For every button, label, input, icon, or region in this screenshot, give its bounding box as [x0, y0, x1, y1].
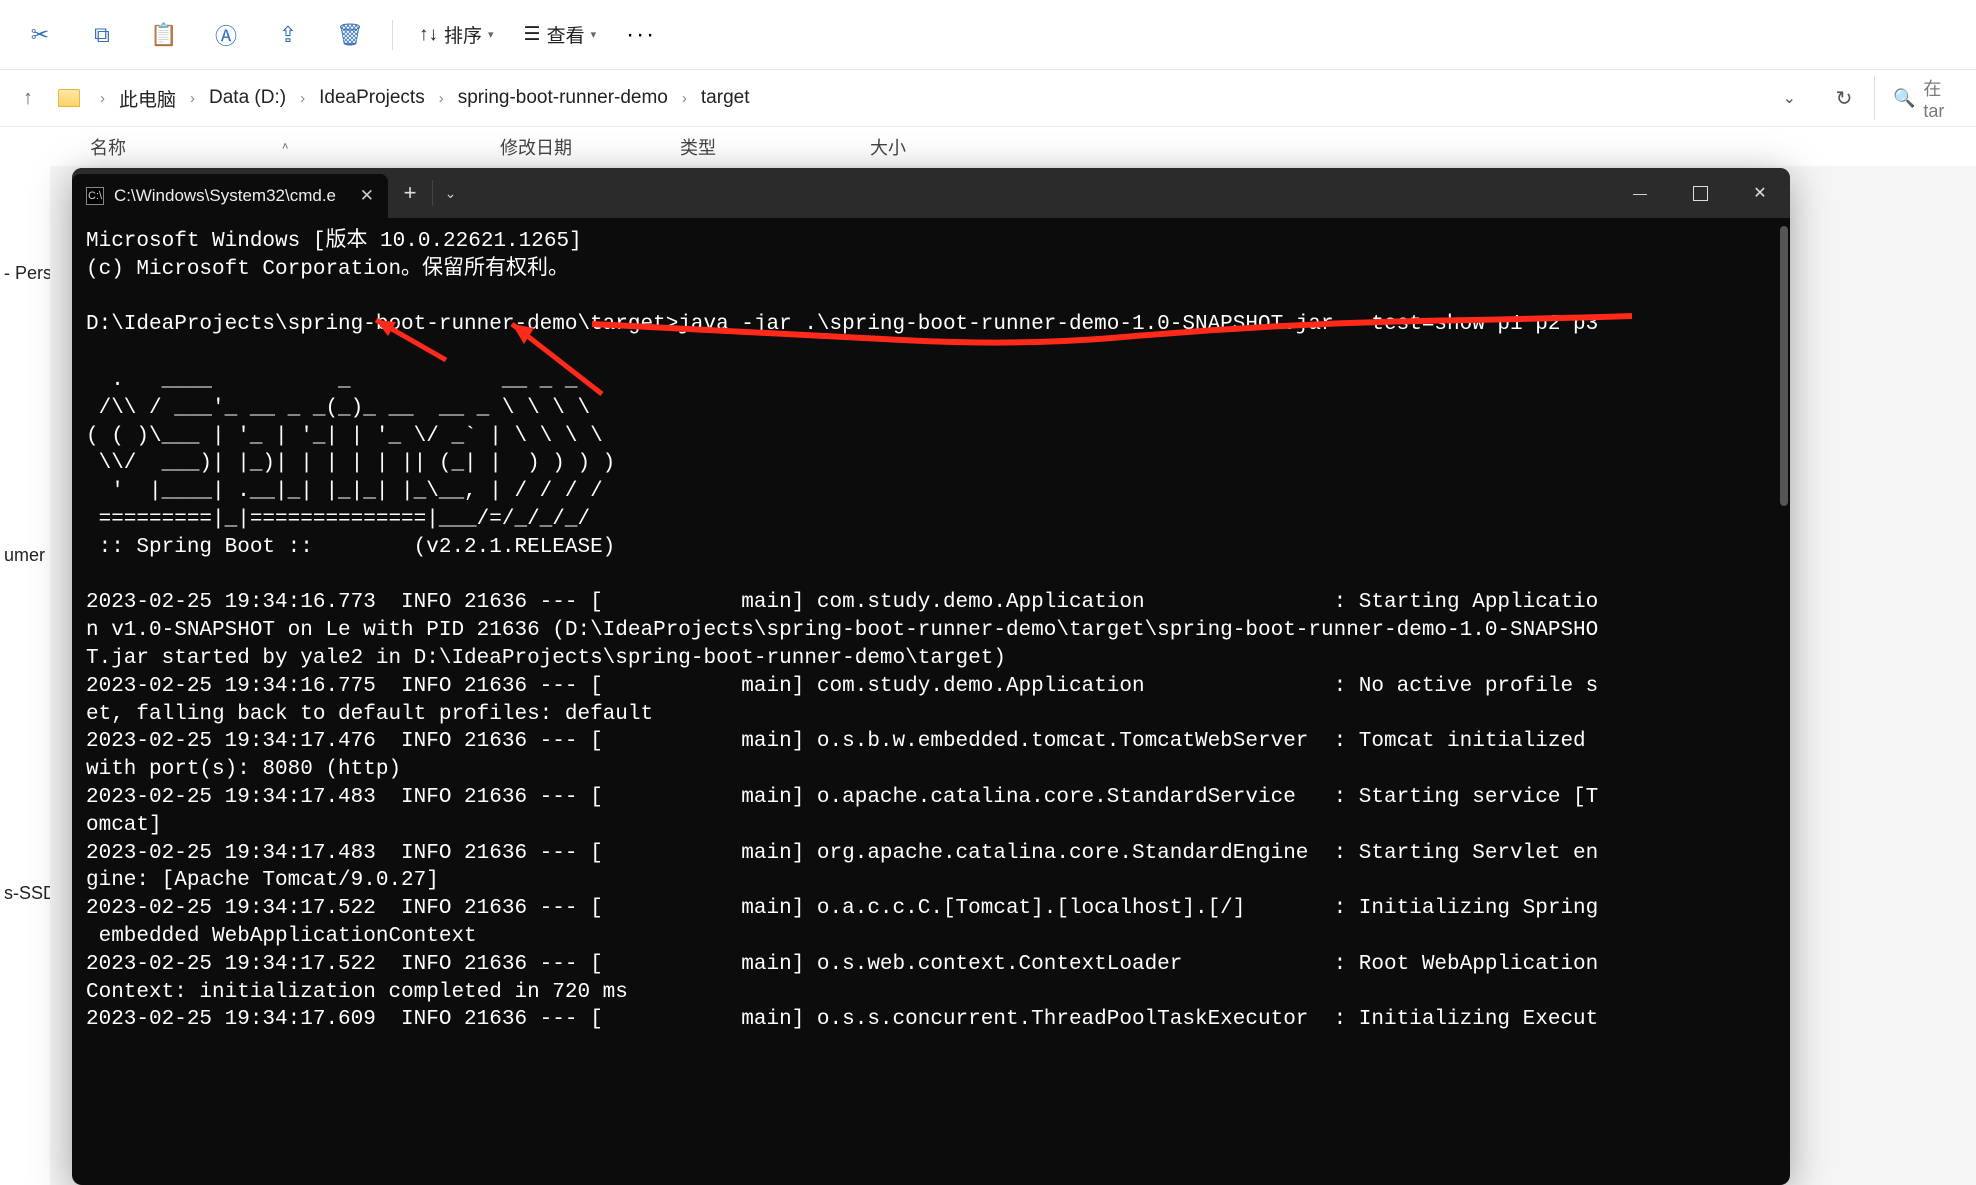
up-arrow-icon[interactable]: ↑	[10, 87, 46, 110]
rename-icon[interactable]: Ⓐ	[196, 10, 256, 60]
terminal-line: ( ( )\___ | '_ | '_| | '_ \/ _` | \ \ \ …	[86, 425, 603, 448]
terminal-line: /\\ / ___'_ __ _ _(_)_ __ __ _ \ \ \ \	[86, 397, 590, 420]
breadcrumb-segment[interactable]: spring-boot-runner-demo	[458, 87, 668, 109]
column-type[interactable]: 类型	[680, 134, 870, 160]
column-name[interactable]: 名称 ˄	[90, 134, 500, 160]
column-size[interactable]: 大小	[870, 134, 980, 160]
tab-dropdown-button[interactable]: ⌄	[432, 180, 468, 206]
terminal-line: gine: [Apache Tomcat/9.0.27]	[86, 869, 439, 892]
breadcrumb-segment[interactable]: target	[701, 87, 750, 109]
minimize-button[interactable]	[1610, 168, 1670, 218]
chevron-right-icon: ›	[300, 90, 305, 107]
terminal-line: ' |____| .__|_| |_|_| |_\__, | / / / /	[86, 480, 603, 503]
terminal-line: Microsoft Windows [版本 10.0.22621.1265]	[86, 230, 582, 253]
folder-icon	[58, 89, 80, 107]
delete-icon[interactable]: 🗑	[320, 10, 380, 60]
terminal-line: n v1.0-SNAPSHOT on Le with PID 21636 (D:…	[86, 619, 1598, 642]
sidebar-item[interactable]: s-SSD (	[0, 874, 50, 912]
breadcrumb-row: ↑ › 此电脑 › Data (D:) › IdeaProjects › spr…	[0, 70, 1976, 126]
terminal-line: with port(s): 8080 (http)	[86, 758, 401, 781]
terminal-line: 2023-02-25 19:34:17.483 INFO 21636 --- […	[86, 842, 1598, 865]
sidebar-item[interactable]: umer	[0, 536, 50, 574]
terminal-line: et, falling back to default profiles: de…	[86, 703, 653, 726]
terminal-line: 2023-02-25 19:34:17.476 INFO 21636 --- […	[86, 730, 1598, 753]
view-button[interactable]: ☰ 查看 ▾	[510, 13, 611, 56]
chevron-down-icon: ▾	[488, 28, 494, 41]
terminal-line: \\/ ___)| |_)| | | | | || (_| | ) ) ) )	[86, 452, 615, 475]
breadcrumb-segment[interactable]: Data (D:)	[209, 87, 286, 109]
terminal-tab[interactable]: C:\ C:\Windows\System32\cmd.e ✕	[72, 174, 388, 218]
cut-icon[interactable]: ✂	[10, 10, 70, 60]
terminal-line: :: Spring Boot :: (v2.2.1.RELEASE)	[86, 536, 615, 559]
terminal-titlebar[interactable]: C:\ C:\Windows\System32\cmd.e ✕ + ⌄	[72, 168, 1790, 218]
terminal-line: 2023-02-25 19:34:17.522 INFO 21636 --- […	[86, 953, 1598, 976]
chevron-right-icon: ›	[190, 90, 195, 107]
terminal-line: D:\IdeaProjects\spring-boot-runner-demo\…	[86, 313, 1598, 336]
chevron-down-icon[interactable]: ⌄	[1783, 88, 1814, 108]
close-button[interactable]	[1730, 168, 1790, 218]
terminal-line: =========|_|==============|___/=/_/_/_/	[86, 508, 590, 531]
explorer-toolbar: ✂ ⧉ 📋 Ⓐ ⇪ 🗑 ↑↓ 排序 ▾ ☰ 查看 ▾ ···	[0, 0, 1976, 70]
terminal-line: (c) Microsoft Corporation。保留所有权利。	[86, 258, 569, 281]
cmd-icon: C:\	[86, 187, 104, 205]
toolbar-separator	[392, 20, 393, 50]
sidebar-item[interactable]: - Perso	[0, 254, 50, 292]
terminal-line: Context: initialization completed in 720…	[86, 981, 628, 1004]
breadcrumb-segment[interactable]: IdeaProjects	[319, 87, 425, 109]
scrollbar[interactable]	[1780, 226, 1788, 506]
sort-icon: ↑↓	[419, 24, 438, 46]
paste-icon[interactable]: 📋	[134, 10, 194, 60]
breadcrumb-segment[interactable]: 此电脑	[119, 85, 176, 112]
terminal-body[interactable]: Microsoft Windows [版本 10.0.22621.1265] (…	[72, 218, 1790, 1185]
column-date[interactable]: 修改日期	[500, 134, 680, 160]
search-icon: 🔍	[1893, 88, 1915, 109]
close-icon[interactable]: ✕	[360, 186, 374, 206]
refresh-icon[interactable]: ↻	[1826, 86, 1862, 111]
column-headers: 名称 ˄ 修改日期 类型 大小	[0, 126, 1976, 166]
chevron-right-icon: ›	[682, 90, 687, 107]
terminal-line: 2023-02-25 19:34:17.609 INFO 21636 --- […	[86, 1008, 1598, 1031]
maximize-button[interactable]	[1670, 168, 1730, 218]
terminal-line: 2023-02-25 19:34:17.522 INFO 21636 --- […	[86, 897, 1598, 920]
chevron-right-icon: ›	[439, 90, 444, 107]
terminal-line: 2023-02-25 19:34:17.483 INFO 21636 --- […	[86, 786, 1598, 809]
view-icon: ☰	[524, 23, 541, 46]
window-controls	[1610, 168, 1790, 218]
view-label: 查看	[547, 21, 585, 48]
sort-asc-icon: ˄	[282, 141, 288, 153]
terminal-line: embedded WebApplicationContext	[86, 925, 477, 948]
terminal-line: T.jar started by yale2 in D:\IdeaProject…	[86, 647, 1006, 670]
new-tab-button[interactable]: +	[388, 168, 432, 218]
search-input[interactable]: 🔍 在 tar	[1874, 76, 1966, 120]
terminal-tab-title: C:\Windows\System32\cmd.e	[114, 186, 336, 206]
copy-icon[interactable]: ⧉	[72, 10, 132, 60]
terminal-line: 2023-02-25 19:34:16.773 INFO 21636 --- […	[86, 591, 1598, 614]
terminal-line: omcat]	[86, 814, 162, 837]
breadcrumb[interactable]: › 此电脑 › Data (D:) › IdeaProjects › sprin…	[58, 85, 1814, 112]
chevron-down-icon: ▾	[591, 28, 597, 41]
terminal-line: . ____ _ __ _ _	[86, 369, 577, 392]
sort-label: 排序	[444, 21, 482, 48]
sort-button[interactable]: ↑↓ 排序 ▾	[405, 13, 508, 56]
terminal-window: C:\ C:\Windows\System32\cmd.e ✕ + ⌄ Micr…	[72, 168, 1790, 1185]
explorer-sidebar: - Perso umer s-SSD (	[0, 166, 50, 1185]
search-placeholder: 在 tar	[1923, 75, 1966, 122]
chevron-right-icon: ›	[100, 90, 105, 107]
terminal-line: 2023-02-25 19:34:16.775 INFO 21636 --- […	[86, 675, 1598, 698]
more-icon[interactable]: ···	[612, 13, 670, 57]
share-icon[interactable]: ⇪	[258, 10, 318, 60]
